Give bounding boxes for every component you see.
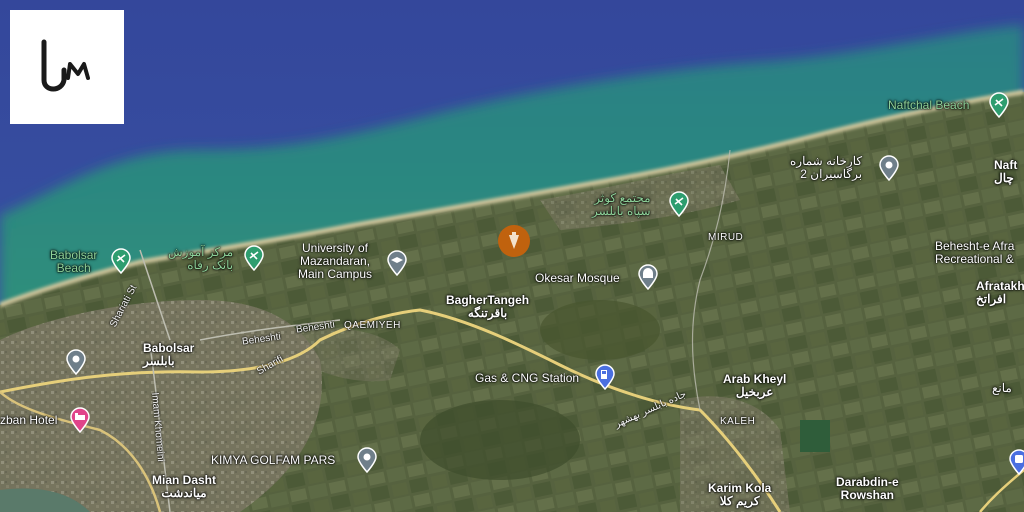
education-pin-icon[interactable]: [386, 250, 408, 276]
baghertangeh-label: BagherTangeh باقرتنگه: [446, 293, 530, 320]
babolsar-label: Babolsar بابلسر: [143, 341, 195, 368]
mian-dasht-label: Mian Dasht میاندشت: [152, 473, 217, 500]
selected-location-pin-icon[interactable]: [497, 224, 531, 258]
gas-station-label: Gas & CNG Station: [475, 371, 580, 385]
location-pin-icon[interactable]: [65, 349, 87, 375]
kaleh-label: KALEH: [720, 416, 756, 427]
gas-station-pin-icon[interactable]: [594, 364, 616, 390]
afratakh-label: Afratakh افراتخ: [976, 279, 1024, 306]
um-logo-icon: [41, 39, 90, 92]
naftchal-beach-label: Naftchal Beach: [888, 98, 970, 112]
beach-pin-icon[interactable]: [668, 191, 690, 217]
beach-pin-icon[interactable]: [988, 92, 1010, 118]
arab-kheyl-label: Arab Kheyl عربخیل: [723, 372, 787, 399]
university-label: University of Mazandaran, Main Campus: [298, 241, 373, 281]
darabdin-label: Darabdin-e Rowshan: [836, 475, 899, 502]
naft-label: Naft چال: [994, 158, 1018, 185]
okesar-mosque-label: Okesar Mosque: [535, 271, 620, 285]
app-logo[interactable]: [10, 10, 124, 124]
karkhaneh-label: کارخانه شماره 2 برگاسیران: [790, 154, 863, 181]
karim-kola-label: Karim Kola کریم کلا: [708, 481, 772, 508]
qaemiyeh-label: QAEMIYEH: [344, 320, 401, 331]
beach-pin-icon[interactable]: [110, 248, 132, 274]
babolsar-beach-label: Babolsar Beach: [50, 248, 98, 275]
bus-stop-pin-icon[interactable]: [1008, 449, 1024, 475]
majma-kowsar-label: مجتمع کوثر سپاه بابلسر: [592, 191, 651, 218]
beach-pin-icon[interactable]: [243, 245, 265, 271]
manaye-label: مانع: [992, 381, 1012, 395]
hotel-pin-icon[interactable]: [69, 407, 91, 433]
location-pin-icon[interactable]: [878, 155, 900, 181]
behesht-label: Behesht-e Afra Recreational &: [935, 239, 1015, 266]
mirud-label: MIRUD: [708, 232, 744, 243]
kimya-label: KIMYA GOLFAM PARS: [211, 453, 336, 467]
location-pin-icon[interactable]: [356, 447, 378, 473]
hotel-label: zban Hotel: [0, 413, 58, 427]
mosque-pin-icon[interactable]: [637, 264, 659, 290]
markaz-amoozesh-label: مرکز آموزش بانک رفاه: [168, 245, 234, 272]
